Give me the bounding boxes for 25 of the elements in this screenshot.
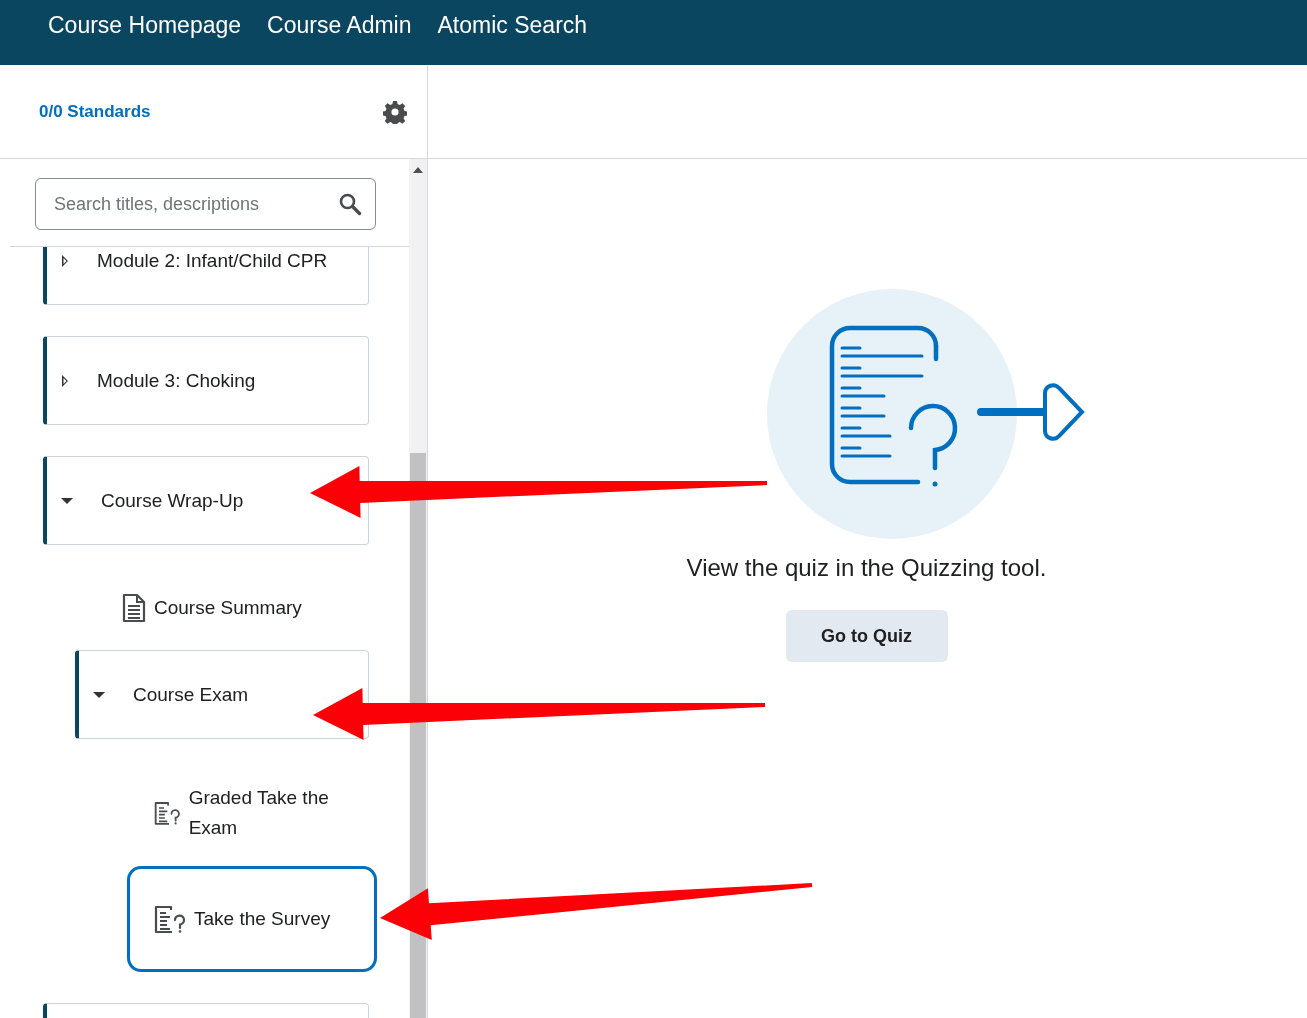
nav-link[interactable]: Course Admin bbox=[267, 11, 412, 39]
standards-link[interactable]: 0/0 Standards bbox=[39, 101, 151, 122]
module-title: Course Exam bbox=[133, 683, 249, 706]
quiz-document-icon bbox=[154, 904, 186, 934]
document-icon bbox=[122, 593, 146, 623]
module-title: Module 2: Infant/Child CPR bbox=[97, 249, 328, 272]
module-card[interactable]: Module 3: Choking bbox=[43, 336, 369, 425]
module-card[interactable]: Module 2: Infant/Child CPR bbox=[43, 247, 369, 305]
nav-link[interactable]: Course Homepage bbox=[48, 11, 242, 39]
caret-down-icon[interactable] bbox=[93, 690, 105, 699]
module-title: Module 3: Choking bbox=[97, 369, 256, 392]
caret-right-icon[interactable] bbox=[61, 254, 69, 267]
search-field[interactable]: Search titles, descriptions bbox=[35, 178, 376, 230]
settings-icon[interactable] bbox=[383, 99, 407, 124]
go-to-quiz-button[interactable]: Go to Quiz bbox=[785, 610, 948, 662]
caret-right-icon[interactable] bbox=[61, 374, 69, 387]
topic-item[interactable]: Course Summary bbox=[95, 576, 377, 640]
caret-down-icon[interactable] bbox=[61, 496, 73, 505]
topic-item[interactable]: Graded Take the Exam bbox=[127, 770, 377, 856]
quiz-message: View the quiz in the Quizzing tool. bbox=[686, 554, 1047, 582]
nav-link[interactable]: Atomic Search bbox=[437, 11, 588, 39]
module-title: Course Wrap-Up bbox=[101, 489, 244, 512]
scroll-up-icon[interactable] bbox=[413, 167, 423, 173]
search-icon[interactable] bbox=[338, 192, 362, 216]
topic-item[interactable]: Take the Survey bbox=[127, 866, 377, 972]
